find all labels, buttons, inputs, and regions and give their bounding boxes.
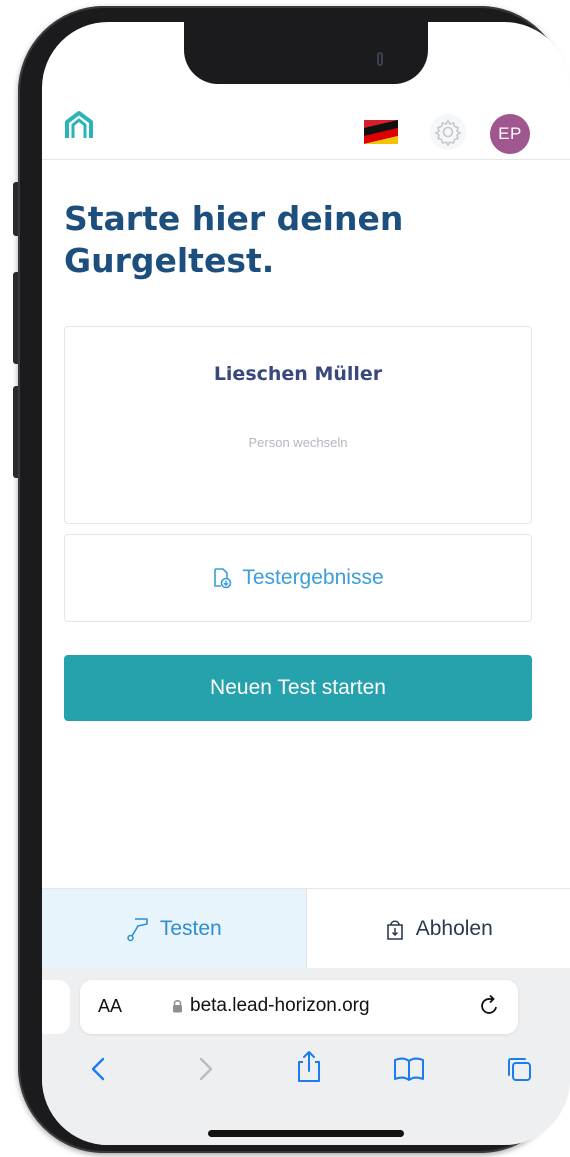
- bookmarks-icon[interactable]: [392, 1054, 426, 1084]
- page-title: Starte hier deinen Gurgeltest.: [64, 199, 404, 280]
- notch: [184, 22, 428, 84]
- previous-tab-preview[interactable]: [42, 980, 70, 1034]
- start-new-test-button[interactable]: Neuen Test starten: [64, 655, 532, 721]
- person-card: Lieschen Müller Person wechseln: [64, 326, 532, 524]
- phone-frame: EP Starte hier deinen Gurgeltest. Liesch…: [13, 6, 570, 1153]
- front-sensor: [377, 52, 383, 66]
- silent-switch: [13, 182, 18, 236]
- reload-icon[interactable]: [478, 994, 502, 1018]
- tab-testen[interactable]: Testen: [42, 889, 307, 968]
- person-name: Lieschen Müller: [213, 363, 383, 385]
- home-indicator: [208, 1130, 404, 1137]
- share-icon[interactable]: [294, 1050, 324, 1084]
- settings-button[interactable]: [430, 114, 466, 150]
- tab-testen-label: Testen: [159, 916, 222, 940]
- volume-down-button: [13, 386, 18, 478]
- gargle-tube-icon: [127, 917, 148, 941]
- lock-icon: [173, 1000, 182, 1013]
- url-display[interactable]: beta.lead-horizon.org: [172, 995, 370, 1017]
- language-flag-icon[interactable]: [364, 120, 398, 144]
- reader-text-size-button[interactable]: AA: [98, 996, 122, 1017]
- test-results-content: Testergebnisse: [65, 566, 531, 590]
- forward-icon[interactable]: [190, 1054, 220, 1084]
- pickup-bag-icon: [386, 919, 403, 940]
- browser-toolbar: AA beta.lead-horizon.org: [42, 968, 570, 1145]
- switch-person-link[interactable]: Person wechseln: [65, 435, 531, 450]
- avatar[interactable]: EP: [490, 114, 530, 154]
- back-icon[interactable]: [84, 1054, 114, 1084]
- document-download-icon: [214, 568, 232, 589]
- tab-abholen-label: Abholen: [415, 916, 493, 940]
- tab-abholen[interactable]: Abholen: [306, 889, 570, 968]
- screen: EP Starte hier deinen Gurgeltest. Liesch…: [42, 22, 570, 1145]
- volume-up-button: [13, 272, 18, 364]
- test-results-label: Testergebnisse: [242, 566, 384, 589]
- url-text: beta.lead-horizon.org: [190, 995, 370, 1016]
- home-logo-icon[interactable]: [64, 110, 94, 140]
- bottom-tab-bar: Testen Abholen: [42, 888, 570, 968]
- tabs-icon[interactable]: [504, 1054, 534, 1084]
- app-header: EP: [42, 102, 570, 160]
- test-results-button[interactable]: Testergebnisse: [64, 534, 532, 622]
- address-bar[interactable]: AA beta.lead-horizon.org: [80, 980, 518, 1034]
- gear-icon: [434, 119, 462, 147]
